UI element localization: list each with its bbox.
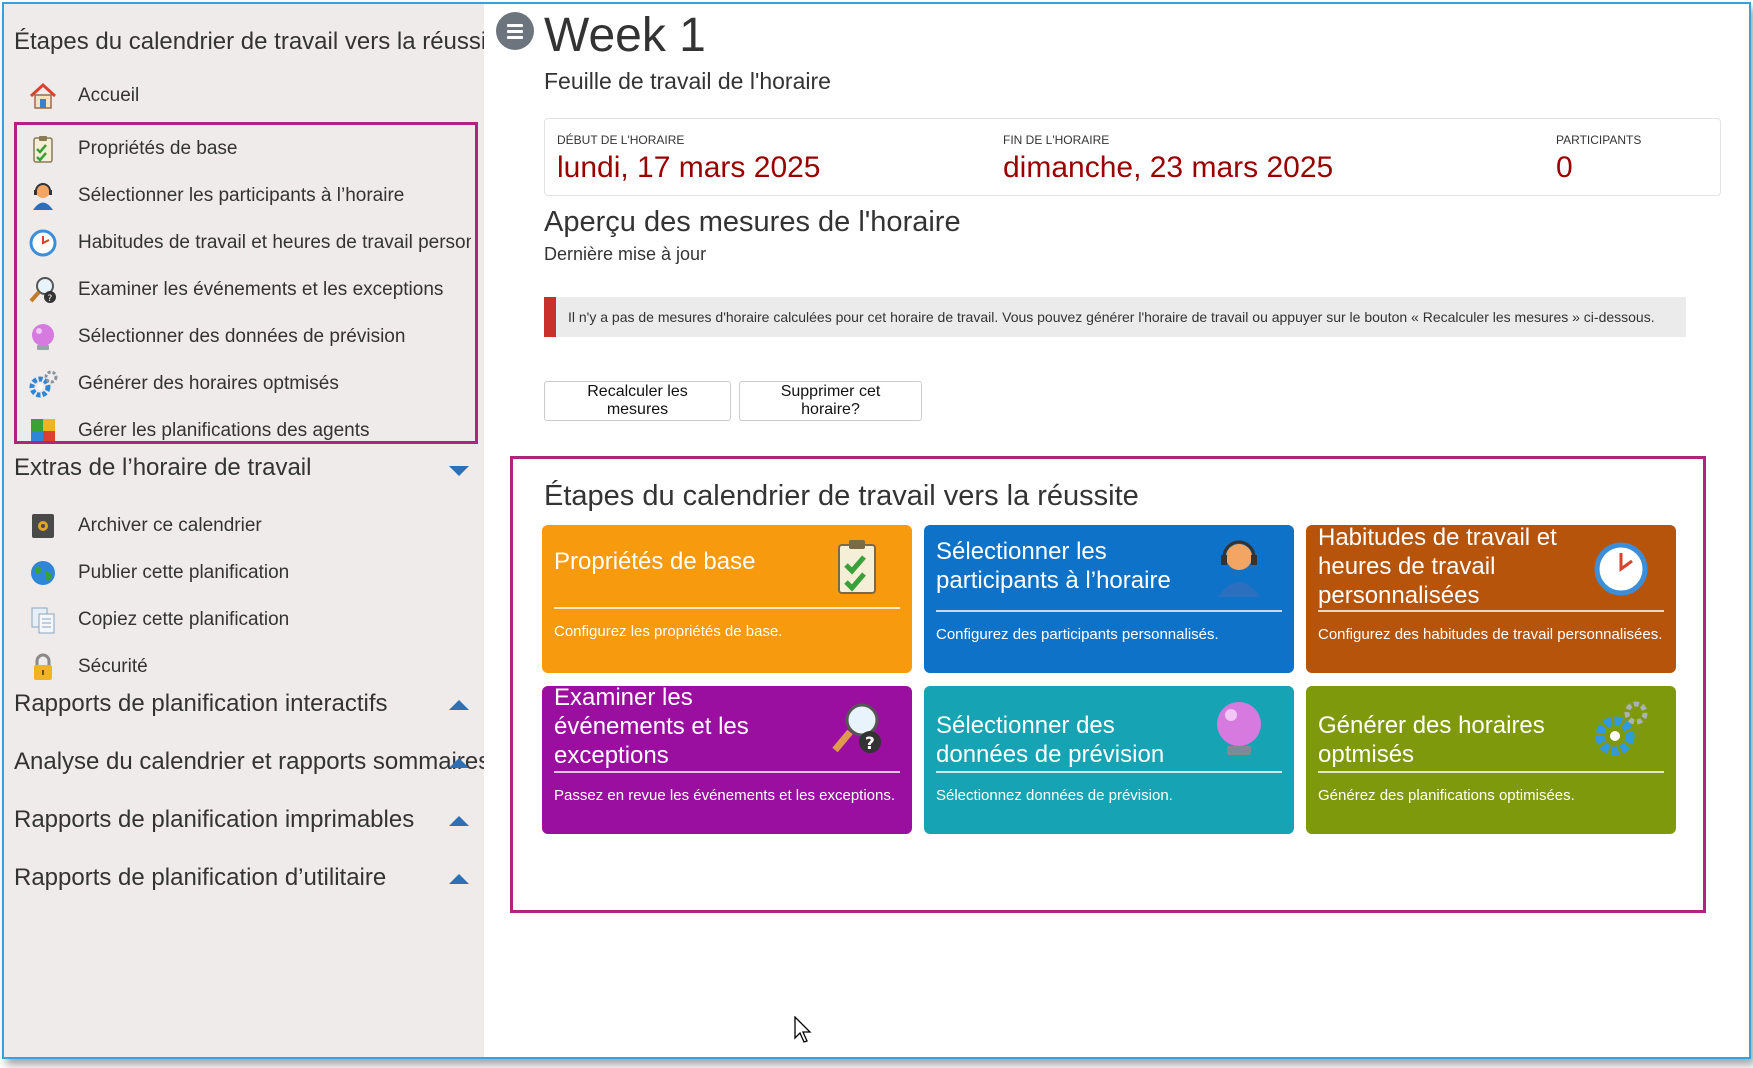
sidebar-item-archive[interactable]: Archiver ce calendrier xyxy=(16,504,471,548)
steps-title: Étapes du calendrier de travail vers la … xyxy=(544,480,1139,512)
tile-description: Configurez des habitudes de travail pers… xyxy=(1318,626,1663,643)
clock-icon xyxy=(1594,539,1648,599)
section-printable-reports[interactable]: Rapports de planification imprimables xyxy=(14,806,484,834)
app-window: Étapes du calendrier de travail vers la … xyxy=(2,2,1751,1059)
sidebar-item-copy[interactable]: Copiez cette planification xyxy=(16,598,471,642)
page-subtitle: Feuille de travail de l'horaire xyxy=(544,68,831,94)
schedule-stats-panel: DÉBUT DE L'HORAIRE lundi, 17 mars 2025 F… xyxy=(544,118,1721,196)
start-date-value: lundi, 17 mars 2025 xyxy=(557,151,821,184)
delete-schedule-button[interactable]: Supprimer cet horaire? xyxy=(739,381,922,421)
chevron-down-icon[interactable] xyxy=(449,466,469,476)
tile-events[interactable]: Examiner les événements et les exception… xyxy=(542,686,912,834)
tile-title: Propriétés de base xyxy=(554,548,756,575)
tile-forecast[interactable]: Sélectionner des données de prévision Sé… xyxy=(924,686,1294,834)
globe-icon xyxy=(28,558,58,588)
end-date-label: FIN DE L'HORAIRE xyxy=(1003,133,1110,147)
tile-description: Passez en revue les événements et les ex… xyxy=(554,787,896,804)
sidebar-highlight-box xyxy=(14,122,478,444)
safe-icon xyxy=(28,511,58,541)
section-interactive-reports[interactable]: Rapports de planification interactifs xyxy=(14,690,484,718)
sidebar-heading: Étapes du calendrier de travail vers la … xyxy=(14,28,484,55)
tile-title: Examiner les événements et les exception… xyxy=(554,686,749,769)
tile-base-properties[interactable]: Propriétés de base Configurez les propri… xyxy=(542,525,912,673)
clipboard-check-icon xyxy=(830,537,884,597)
sidebar-item-label: Publier cette planification xyxy=(78,562,290,583)
start-date-label: DÉBUT DE L'HORAIRE xyxy=(557,133,685,147)
chevron-up-icon[interactable] xyxy=(449,874,469,884)
sidebar-item-label: Archiver ce calendrier xyxy=(78,515,262,536)
svg-text:?: ? xyxy=(865,734,875,754)
sidebar-item-label: Sécurité xyxy=(78,656,148,677)
tile-participants[interactable]: Sélectionner les participants à l’horair… xyxy=(924,525,1294,673)
copy-documents-icon xyxy=(28,605,58,635)
participants-value: 0 xyxy=(1556,151,1573,184)
no-metrics-alert: Il n'y a pas de mesures d'horaire calcul… xyxy=(544,297,1686,337)
tile-work-habits[interactable]: Habitudes de travail et heures de travai… xyxy=(1306,525,1676,673)
tile-description: Générez des planifications optimisées. xyxy=(1318,787,1575,804)
gears-icon xyxy=(1594,698,1648,758)
mouse-cursor-icon xyxy=(794,1015,814,1049)
tile-title: Sélectionner les participants à l’horair… xyxy=(936,538,1171,594)
tile-title: Générer des horaires optmisés xyxy=(1318,712,1545,768)
home-icon xyxy=(28,81,58,111)
lock-icon xyxy=(28,652,58,682)
end-date-value: dimanche, 23 mars 2025 xyxy=(1003,151,1334,184)
chevron-up-icon[interactable] xyxy=(449,816,469,826)
section-utility-reports[interactable]: Rapports de planification d’utilitaire xyxy=(14,864,484,892)
metrics-overview-title: Aperçu des mesures de l'horaire xyxy=(544,206,961,238)
sidebar-item-label: Copiez cette planification xyxy=(78,609,290,630)
sidebar-item-publish[interactable]: Publier cette planification xyxy=(16,551,471,595)
tile-description: Configurez les propriétés de base. xyxy=(554,623,783,640)
chevron-up-icon[interactable] xyxy=(449,758,469,768)
crystal-ball-icon xyxy=(1212,698,1266,758)
tile-description: Sélectionnez données de prévision. xyxy=(936,787,1173,804)
hamburger-menu-button[interactable] xyxy=(496,12,534,50)
agent-headset-icon xyxy=(1212,537,1266,597)
tile-title: Sélectionner des données de prévision xyxy=(936,712,1165,768)
sidebar-item-label: Accueil xyxy=(78,85,140,106)
tile-generate[interactable]: Générer des horaires optmisés Générez de… xyxy=(1306,686,1676,834)
extras-heading[interactable]: Extras de l’horaire de travail xyxy=(14,454,484,482)
section-analysis-reports[interactable]: Analyse du calendrier et rapports sommai… xyxy=(14,748,484,776)
tile-description: Configurez des participants personnalisé… xyxy=(936,626,1219,643)
alert-text: Il n'y a pas de mesures d'horaire calcul… xyxy=(568,309,1655,325)
recalculate-metrics-button[interactable]: Recalculer les mesures xyxy=(544,381,731,421)
sidebar-item-home[interactable]: Accueil xyxy=(16,74,471,118)
sidebar-item-security[interactable]: Sécurité xyxy=(16,645,471,689)
chevron-up-icon[interactable] xyxy=(449,700,469,710)
sidebar: Étapes du calendrier de travail vers la … xyxy=(4,4,484,1057)
tile-title: Habitudes de travail et heures de travai… xyxy=(1318,525,1557,609)
page-title: Week 1 xyxy=(544,9,706,62)
magnifier-question-icon: ? xyxy=(830,700,884,760)
last-updated-label: Dernière mise à jour xyxy=(544,244,707,264)
participants-label: PARTICIPANTS xyxy=(1556,133,1642,147)
